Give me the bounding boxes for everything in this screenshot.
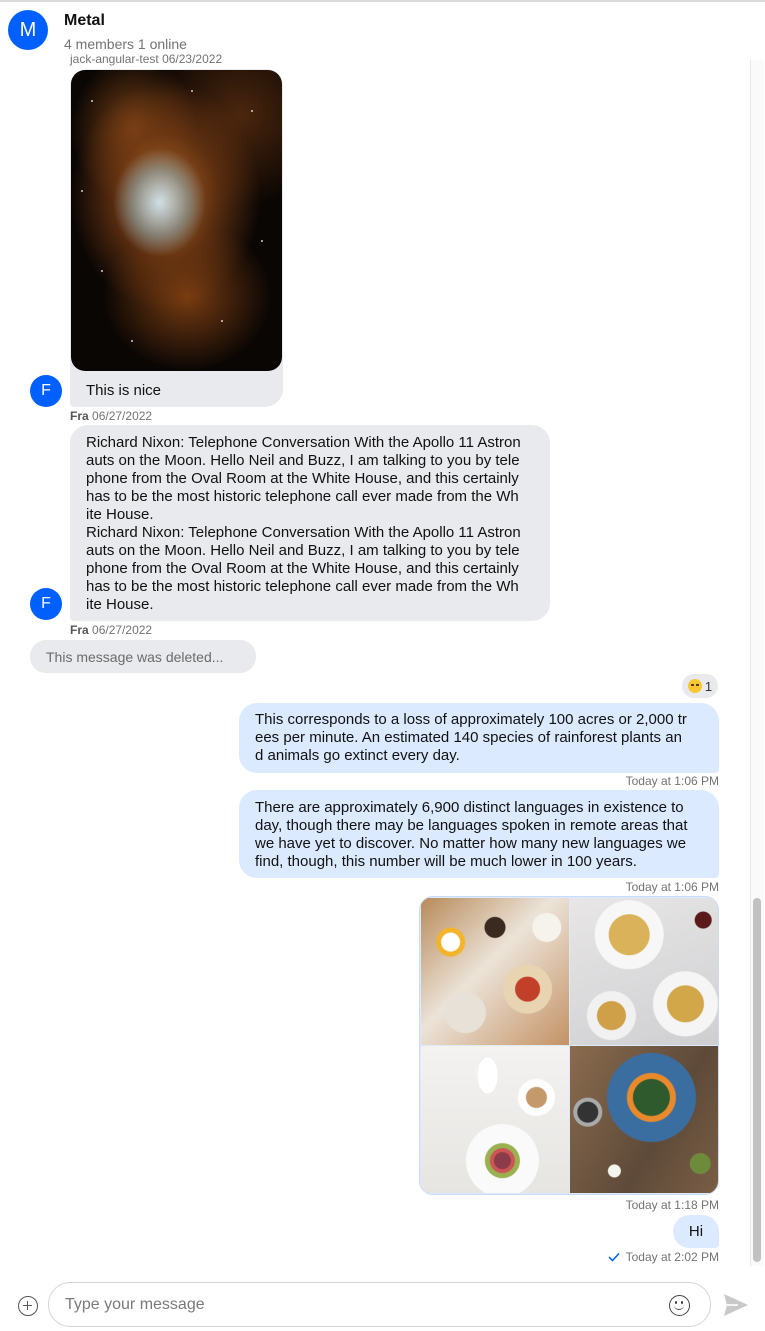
gallery-image-salad[interactable]: [570, 1046, 718, 1193]
user-avatar[interactable]: F: [30, 588, 62, 620]
channel-title: Metal: [64, 12, 105, 29]
message-text-lines: Richard Nixon: Telephone Conversation Wi…: [86, 434, 534, 614]
message-text: Hi: [688, 1222, 704, 1240]
message-meta: Fra 06/27/2022: [70, 409, 152, 423]
send-icon[interactable]: [722, 1291, 750, 1319]
text-line: phone from the Oval Room at the White Ho…: [86, 560, 519, 577]
text-line: ite House.: [86, 596, 154, 613]
message-composer: [0, 1266, 765, 1331]
text-message[interactable]: Richard Nixon: Telephone Conversation Wi…: [70, 425, 550, 621]
scrollbar-thumb[interactable]: [753, 898, 761, 1262]
text-line: phone from the Oval Room at the White Ho…: [86, 470, 519, 487]
text-line: This corresponds to a loss of approximat…: [255, 711, 687, 728]
sender-name: Fra: [70, 623, 89, 637]
text-line: Richard Nixon: Telephone Conversation Wi…: [86, 524, 521, 541]
checkmark-icon: [608, 1252, 620, 1262]
sender-name: Fra: [70, 409, 89, 423]
reaction-count: 1: [704, 678, 713, 694]
message-time: Today at 1:18 PM: [625, 1198, 719, 1212]
message-time: Today at 1:06 PM: [625, 880, 719, 894]
gallery-image-yogurt-bowl[interactable]: [421, 1046, 569, 1193]
message-date: 06/27/2022: [92, 409, 153, 423]
message-input[interactable]: [65, 1294, 655, 1316]
message-time: Today at 1:06 PM: [625, 774, 719, 788]
text-line: There are approximately 6,900 distinct l…: [255, 799, 684, 816]
reaction-badge[interactable]: 1: [682, 674, 718, 698]
message-input-wrapper[interactable]: [48, 1282, 711, 1327]
text-line: day, though there may be languages spoke…: [255, 817, 688, 834]
emoji-icon[interactable]: [669, 1295, 690, 1316]
image-caption: This is nice: [86, 382, 162, 399]
text-line: find, though, this number will be much l…: [255, 853, 637, 870]
sender-name: jack-angular-test: [70, 52, 159, 66]
text-line: has to be the most historic telephone ca…: [86, 578, 519, 595]
text-line: we have yet to discover. No matter how m…: [255, 835, 687, 852]
outgoing-message[interactable]: This corresponds to a loss of approximat…: [239, 703, 719, 773]
text-line: Richard Nixon: Telephone Conversation Wi…: [86, 434, 521, 451]
nebula-image[interactable]: [71, 70, 282, 371]
plus-circle-icon[interactable]: [18, 1296, 38, 1316]
user-avatar[interactable]: F: [30, 375, 62, 407]
text-line: ees per minute. An estimated 140 species…: [255, 729, 682, 746]
message-status: Today at 2:02 PM: [608, 1250, 719, 1264]
text-line: auts on the Moon. Hello Neil and Buzz, I…: [86, 452, 520, 469]
gallery-image-breakfast[interactable]: [421, 898, 569, 1045]
message-date: 06/23/2022: [162, 52, 223, 66]
gallery-image-pasta[interactable]: [570, 898, 718, 1045]
text-line: d animals go extinct every day.: [255, 747, 460, 764]
message-time: Today at 2:02 PM: [625, 1250, 719, 1264]
message-meta: jack-angular-test 06/23/2022: [70, 52, 222, 66]
message-meta: Fra 06/27/2022: [70, 623, 152, 637]
text-line: auts on the Moon. Hello Neil and Buzz, I…: [86, 542, 520, 559]
outgoing-message[interactable]: Hi: [673, 1215, 719, 1248]
disappointed-emoji-icon: [687, 679, 702, 693]
text-line: ite House.: [86, 506, 154, 523]
channel-subtitle: 4 members 1 online: [64, 36, 187, 52]
image-gallery[interactable]: [419, 896, 719, 1195]
outgoing-message[interactable]: There are approximately 6,900 distinct l…: [239, 790, 719, 878]
message-date: 06/27/2022: [92, 623, 153, 637]
channel-avatar[interactable]: M: [8, 10, 48, 50]
deleted-message: This message was deleted...: [30, 640, 256, 673]
text-line: has to be the most historic telephone ca…: [86, 488, 519, 505]
